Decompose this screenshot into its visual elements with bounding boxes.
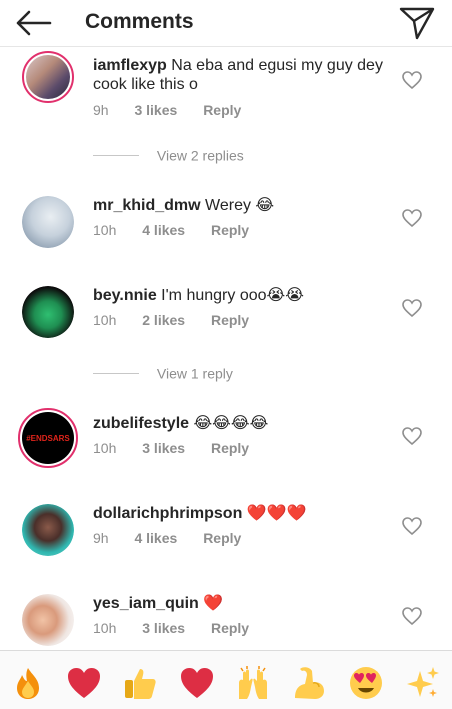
comment-likes[interactable]: 4 likes bbox=[142, 222, 185, 238]
avatar[interactable] bbox=[22, 594, 74, 646]
reply-button[interactable]: Reply bbox=[211, 440, 249, 456]
comment-text: bey.nnie I'm hungry ooo😭😭 bbox=[93, 286, 393, 305]
comment-text: yes_iam_quin ❤️ bbox=[93, 594, 393, 613]
flexed-biceps-emoji-icon[interactable] bbox=[291, 665, 327, 701]
comments-list[interactable]: iamflexyp Na eba and egusi my guy dey co… bbox=[0, 46, 452, 650]
replies-divider bbox=[93, 154, 139, 156]
comment-likes[interactable]: 3 likes bbox=[142, 620, 185, 636]
like-heart-icon[interactable] bbox=[401, 426, 423, 446]
comment-text: zubelifestyle 😂😂😂😂 bbox=[93, 414, 393, 433]
comment-text: mr_khid_dmw Werey 😂 bbox=[93, 196, 393, 215]
comment-username[interactable]: mr_khid_dmw bbox=[93, 197, 201, 214]
comment-text: iamflexyp Na eba and egusi my guy dey co… bbox=[93, 56, 393, 94]
comment-body: ❤️❤️❤️ bbox=[246, 505, 307, 522]
emoji-reaction-bar bbox=[0, 650, 452, 709]
comment-likes[interactable]: 4 likes bbox=[134, 530, 177, 546]
view-replies-link[interactable]: View 1 reply bbox=[157, 365, 233, 381]
thumbs-up-emoji-icon[interactable] bbox=[122, 665, 158, 701]
like-heart-icon[interactable] bbox=[401, 208, 423, 228]
sparkles-emoji-icon[interactable] bbox=[405, 665, 441, 701]
like-heart-icon[interactable] bbox=[401, 70, 423, 90]
comment-body: I'm hungry ooo😭😭 bbox=[161, 287, 304, 304]
comment-time: 10h bbox=[93, 620, 117, 636]
avatar[interactable] bbox=[22, 196, 74, 248]
comment-text: dollarichphrimpson ❤️❤️❤️ bbox=[93, 504, 393, 523]
comment-meta: 10h 3 likes Reply bbox=[93, 440, 249, 456]
comment-meta: 9h 3 likes Reply bbox=[93, 102, 241, 118]
direct-send-icon[interactable] bbox=[398, 5, 436, 41]
comment-likes[interactable]: 2 likes bbox=[142, 312, 185, 328]
comment-username[interactable]: iamflexyp bbox=[93, 57, 167, 74]
comment-username[interactable]: dollarichphrimpson bbox=[93, 505, 242, 522]
avatar[interactable] bbox=[22, 51, 74, 103]
view-replies-row[interactable]: View 2 replies bbox=[93, 146, 244, 163]
comment-time: 9h bbox=[93, 102, 109, 118]
comment-body: ❤️ bbox=[203, 595, 224, 612]
avatar[interactable] bbox=[22, 504, 74, 556]
like-heart-icon[interactable] bbox=[401, 516, 423, 536]
comment-meta: 9h 4 likes Reply bbox=[93, 530, 241, 546]
comment-username[interactable]: yes_iam_quin bbox=[93, 595, 199, 612]
like-heart-icon[interactable] bbox=[401, 298, 423, 318]
back-arrow-icon[interactable] bbox=[14, 8, 54, 38]
comment-body: 😂😂😂😂 bbox=[193, 415, 269, 432]
comment-item: dollarichphrimpson ❤️❤️❤️ 9h 4 likes Rep… bbox=[0, 494, 452, 584]
like-heart-icon[interactable] bbox=[401, 606, 423, 626]
header-bar: Comments bbox=[0, 0, 452, 47]
reply-button[interactable]: Reply bbox=[211, 620, 249, 636]
comment-item: bey.nnie I'm hungry ooo😭😭 10h 2 likes Re… bbox=[0, 276, 452, 366]
red-heart-emoji-icon[interactable] bbox=[179, 665, 215, 701]
reply-button[interactable]: Reply bbox=[211, 222, 249, 238]
comment-item: yes_iam_quin ❤️ 10h 3 likes Reply bbox=[0, 584, 452, 650]
avatar[interactable]: #ENDSARS bbox=[18, 408, 78, 468]
page-title: Comments bbox=[85, 10, 194, 33]
raising-hands-emoji-icon[interactable] bbox=[235, 665, 271, 701]
avatar[interactable] bbox=[22, 286, 74, 338]
heart-eyes-emoji-icon[interactable] bbox=[348, 665, 384, 701]
comment-likes[interactable]: 3 likes bbox=[142, 440, 185, 456]
red-heart-emoji-icon[interactable] bbox=[66, 665, 102, 701]
fire-emoji-icon[interactable] bbox=[10, 665, 46, 701]
view-replies-row[interactable]: View 1 reply bbox=[93, 364, 233, 381]
avatar-text: #ENDSARS bbox=[26, 433, 70, 443]
comment-time: 10h bbox=[93, 312, 117, 328]
comment-likes[interactable]: 3 likes bbox=[134, 102, 177, 118]
reply-button[interactable]: Reply bbox=[203, 530, 241, 546]
comment-time: 9h bbox=[93, 530, 109, 546]
view-replies-link[interactable]: View 2 replies bbox=[157, 147, 244, 163]
comment-item: #ENDSARS zubelifestyle 😂😂😂😂 10h 3 likes … bbox=[0, 404, 452, 494]
comment-username[interactable]: bey.nnie bbox=[93, 287, 157, 304]
replies-divider bbox=[93, 372, 139, 374]
comment-body: Werey 😂 bbox=[205, 197, 275, 214]
comment-time: 10h bbox=[93, 222, 117, 238]
comment-meta: 10h 3 likes Reply bbox=[93, 620, 249, 636]
comment-item: mr_khid_dmw Werey 😂 10h 4 likes Reply bbox=[0, 186, 452, 276]
comment-meta: 10h 2 likes Reply bbox=[93, 312, 249, 328]
comment-username[interactable]: zubelifestyle bbox=[93, 415, 189, 432]
reply-button[interactable]: Reply bbox=[211, 312, 249, 328]
reply-button[interactable]: Reply bbox=[203, 102, 241, 118]
comment-item: iamflexyp Na eba and egusi my guy dey co… bbox=[0, 46, 452, 136]
comment-meta: 10h 4 likes Reply bbox=[93, 222, 249, 238]
comment-time: 10h bbox=[93, 440, 117, 456]
